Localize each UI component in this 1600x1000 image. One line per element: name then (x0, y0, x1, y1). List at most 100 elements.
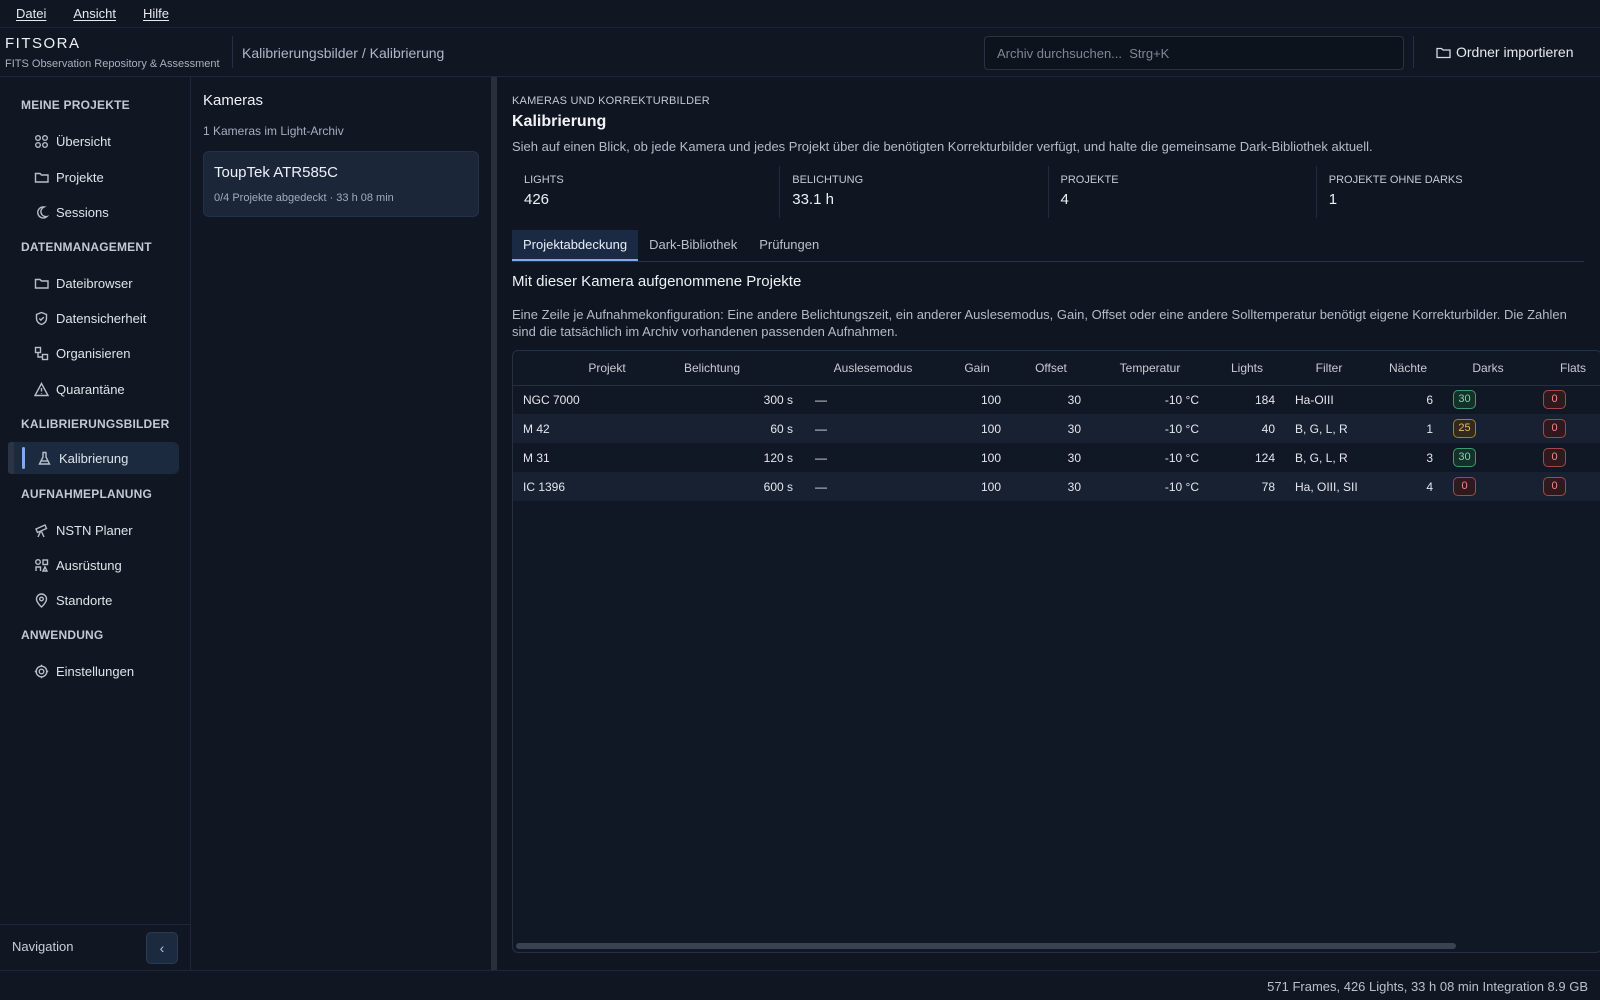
stat-projekte: PROJEKTE 4 (1047, 166, 1316, 218)
sidebar-item-kalibrierung[interactable]: Kalibrierung (8, 442, 179, 474)
cell-gain: 100 (980, 392, 1001, 407)
cell-flats: 0 (1533, 443, 1600, 472)
tab-pruefungen[interactable]: Prüfungen (748, 230, 830, 261)
column-header-belichtung[interactable]: Belichtung (621, 351, 803, 386)
column-header-projekt[interactable]: Projekt (513, 351, 626, 386)
cell-flats: 0 (1533, 472, 1600, 501)
sidebar-item-organisieren[interactable]: Organisieren (34, 343, 130, 363)
cell-temperatur: -10 °C (1091, 472, 1209, 501)
menu-datei[interactable]: Datei (16, 6, 46, 21)
cell-lights: 184 (1254, 392, 1275, 407)
sidebar-item-standorte[interactable]: Standorte (34, 590, 112, 610)
nav-section-title: AUFNAHMEPLANUNG (21, 487, 152, 501)
page-eyebrow: KAMERAS UND KORREKTURBILDER (512, 95, 710, 107)
cell-belichtung: 120 s (763, 450, 793, 465)
cell-filter: B, G, L, R (1295, 450, 1348, 465)
column-header-gain[interactable]: Gain (943, 351, 1011, 386)
sidebar-item-label: Quarantäne (56, 381, 125, 397)
sidebar-item-projekte[interactable]: Projekte (34, 167, 104, 187)
sidebar-item-uebersicht[interactable]: Übersicht (34, 131, 111, 151)
folder-icon (34, 172, 49, 183)
sidebar-item-quarantaene[interactable]: Quarantäne (34, 379, 125, 399)
status-badge[interactable]: 0 (1453, 477, 1476, 496)
stat-belichtung: BELICHTUNG 33.1 h (779, 166, 1047, 218)
flask-icon (38, 451, 51, 465)
sidebar-item-label: Projekte (56, 169, 104, 185)
status-badge[interactable]: 25 (1453, 419, 1476, 438)
cell-darks: 0 (1443, 472, 1533, 501)
sidebar-item-label: Datensicherheit (56, 310, 147, 326)
cell-offset: 30 (1011, 472, 1091, 501)
column-header-lights[interactable]: Lights (1209, 351, 1285, 386)
camera-name: ToupTek ATR585C (214, 164, 338, 181)
import-folder-button[interactable]: Ordner importieren (1436, 44, 1574, 60)
status-badge[interactable]: 30 (1453, 448, 1476, 467)
cell-offset: 30 (1011, 414, 1091, 443)
cell-naechte: 4 (1373, 472, 1443, 501)
search-input[interactable] (997, 45, 1391, 61)
table-row[interactable]: M 31 120 s — 100 30 -10 °C 124 B, G, L, R 3 30 0 (513, 443, 1600, 472)
page-title: Kalibrierung (512, 113, 607, 130)
camera-meta: 0/4 Projekte abgedeckt · 33 h 08 min (214, 192, 394, 204)
search-box[interactable] (984, 36, 1404, 70)
menu-ansicht[interactable]: Ansicht (73, 6, 116, 21)
cell-temperatur: -10 °C (1164, 450, 1199, 465)
tab-dark-bibliothek[interactable]: Dark-Bibliothek (638, 230, 748, 261)
tab-projektabdeckung[interactable]: Projektabdeckung (512, 230, 639, 261)
brand-subtitle: FITS Observation Repository & Assessment (5, 58, 220, 70)
cell-auslesemodus: — (803, 472, 943, 501)
import-folder-label: Ordner importieren (1456, 44, 1574, 60)
column-header-offset[interactable]: Offset (1011, 351, 1091, 386)
cell-filter: B, G, L, R (1285, 414, 1373, 443)
table-row[interactable]: IC 1396 600 s —100 30 -10 °C 78 Ha, OIII, SII 4… (513, 472, 1600, 501)
status-badge[interactable]: 0 (1543, 448, 1566, 467)
collapse-sidebar-button[interactable]: ‹ (146, 932, 178, 964)
cell-projekt: M 42 (513, 414, 621, 443)
chevron-left-icon: ‹ (159, 940, 165, 956)
status-badge[interactable]: 30 (1453, 390, 1476, 410)
camera-card[interactable]: ToupTek ATR585C 0/4 Projekte abgedeckt ·… (203, 151, 479, 217)
status-badge[interactable]: 0 (1543, 477, 1566, 496)
menu-hilfe[interactable]: Hilfe (143, 6, 169, 21)
sidebar-item-ausruestung[interactable]: Ausrüstung (34, 555, 122, 575)
sidebar-item-nstn-planer[interactable]: NSTN Planer (34, 520, 133, 540)
telescope-icon (35, 523, 48, 537)
camera-panel-subtitle: 1 Kameras im Light-Archiv (203, 124, 344, 138)
column-header-temperatur[interactable]: Temperatur (1091, 351, 1209, 386)
cell-projekt: M 31 (523, 450, 550, 465)
horizontal-scrollbar[interactable] (516, 943, 1456, 949)
column-header-flats[interactable]: Flats (1533, 351, 1600, 386)
status-badge[interactable]: 0 (1543, 419, 1566, 438)
warning-icon (34, 381, 49, 396)
cell-filter: Ha, OIII, SII (1285, 472, 1373, 501)
cell-belichtung: 600 s (621, 472, 803, 501)
table-row[interactable]: NGC 7000 300 s — 100 30 -10 °C 184 Ha-OIII 6 30 0 (513, 385, 1600, 414)
status-badge[interactable]: 0 (1543, 390, 1566, 410)
table-row[interactable]: M 42 60 s —100 30 -10 °C 40 B, G, L, R 1 25 0 (513, 414, 1600, 443)
sidebar-item-label: Standorte (56, 592, 113, 608)
cell-projekt: IC 1396 (513, 472, 621, 501)
cell-darks: 25 (1443, 414, 1533, 443)
sidebar-item-datensicherheit[interactable]: Datensicherheit (34, 308, 146, 328)
stat-value: 1 (1328, 191, 1338, 208)
stat-label: PROJEKTE (1060, 174, 1119, 186)
folder-icon (1436, 47, 1451, 58)
sidebar-item-sessions[interactable]: Sessions (34, 202, 109, 222)
cell-lights: 78 (1209, 472, 1285, 501)
column-header-auslesemodus[interactable]: Auslesemodus (803, 351, 943, 386)
cell-lights: 40 (1209, 414, 1285, 443)
brand: FITSORA FITS Observation Repository & As… (5, 35, 220, 70)
cell-auslesemodus: — (803, 414, 943, 443)
cell-temperatur: -10 °C (1091, 414, 1209, 443)
column-header-naechte[interactable]: Nächte (1373, 351, 1443, 386)
sidebar-item-einstellungen[interactable]: Einstellungen (34, 661, 134, 681)
nav-section-title: KALIBRIERUNGSBILDER (21, 417, 170, 431)
sidebar-item-label: Dateibrowser (56, 275, 133, 291)
main-content: KAMERAS UND KORREKTURBILDER Kalibrierung… (497, 77, 1600, 970)
column-header-filter[interactable]: Filter (1285, 351, 1373, 386)
sidebar-item-dateibrowser[interactable]: Dateibrowser (34, 273, 133, 293)
stat-label: PROJEKTE OHNE DARKS (1328, 174, 1463, 186)
cell-gain: 100 (943, 472, 1011, 501)
column-header-darks[interactable]: Darks (1443, 351, 1533, 386)
stat-projekte-ohne-darks: PROJEKTE OHNE DARKS 1 (1315, 166, 1584, 218)
